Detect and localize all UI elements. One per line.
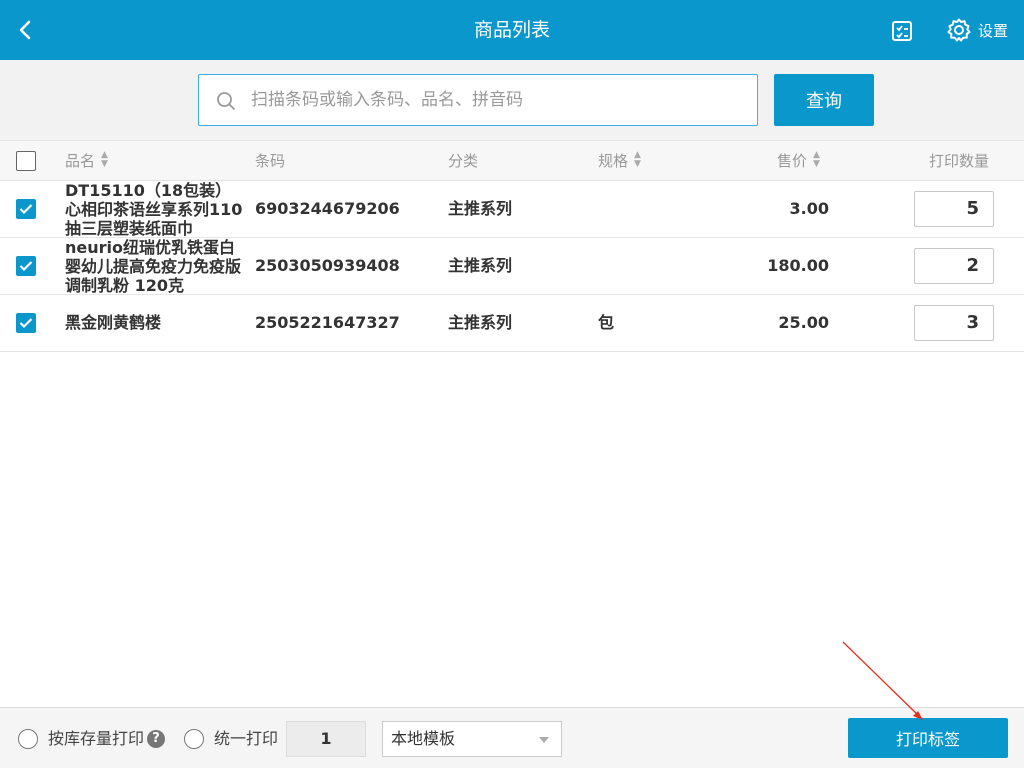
product-price: 3.00	[789, 199, 829, 218]
product-price: 25.00	[778, 313, 829, 332]
checkmark-icon	[19, 261, 33, 272]
back-button[interactable]	[12, 15, 40, 45]
select-all-checkbox[interactable]	[16, 151, 36, 171]
query-button[interactable]: 查询	[774, 74, 874, 126]
chevron-left-icon	[19, 20, 31, 40]
column-header-barcode: 条码	[255, 152, 286, 170]
caret-down-icon	[539, 737, 549, 743]
quantity-input[interactable]: 5	[914, 191, 994, 227]
product-category: 主推系列	[448, 199, 513, 218]
row-checkbox[interactable]	[16, 256, 36, 276]
checkmark-icon	[19, 204, 33, 215]
template-select-value: 本地模板	[391, 729, 456, 748]
search-bar: 查询	[0, 60, 1024, 140]
column-header-price-label: 售价	[777, 152, 808, 170]
settings-label: 设置	[978, 21, 1009, 40]
header-bar: 商品列表 设置	[0, 0, 1024, 60]
uniform-print-label[interactable]: 统一打印	[214, 729, 278, 749]
product-name: DT15110（18包装）心相印茶语丝享系列110抽三层塑装纸面巾	[65, 181, 243, 236]
sort-icon: ▲ ▼	[101, 149, 108, 169]
product-category: 主推系列	[448, 313, 513, 332]
print-by-stock-label[interactable]: 按库存量打印	[48, 729, 144, 749]
table-row[interactable]: DT15110（18包装）心相印茶语丝享系列110抽三层塑装纸面巾 690324…	[0, 181, 1024, 238]
search-icon	[217, 92, 235, 110]
product-barcode: 2505221647327	[255, 313, 400, 332]
quantity-input[interactable]: 3	[914, 305, 994, 341]
table-row[interactable]: 黑金刚黄鹤楼 2505221647327 主推系列 包 25.00 3	[0, 295, 1024, 352]
column-header-spec[interactable]: 规格 ▲ ▼	[598, 141, 641, 181]
product-barcode: 6903244679206	[255, 199, 400, 218]
gear-icon	[947, 18, 971, 42]
product-price: 180.00	[767, 256, 829, 275]
product-barcode: 2503050939408	[255, 256, 400, 275]
checkmark-icon	[19, 318, 33, 329]
column-header-spec-label: 规格	[598, 152, 629, 170]
row-checkbox[interactable]	[16, 199, 36, 219]
quantity-input[interactable]: 2	[914, 248, 994, 284]
batch-edit-button[interactable]	[889, 18, 915, 44]
column-header-price[interactable]: 售价 ▲ ▼	[777, 141, 820, 181]
checklist-icon	[892, 21, 912, 41]
product-category: 主推系列	[448, 256, 513, 275]
settings-button[interactable]: 设置	[946, 16, 1008, 44]
column-header-name-label: 品名	[65, 152, 96, 170]
search-input[interactable]	[251, 75, 746, 125]
product-name: 黑金刚黄鹤楼	[65, 313, 162, 332]
column-header-quantity: 打印数量	[929, 152, 990, 170]
uniform-print-radio[interactable]	[184, 729, 204, 749]
footer-bar: 按库存量打印 ? 统一打印 1 本地模板 打印标签	[0, 707, 1024, 768]
sort-icon: ▲ ▼	[634, 149, 641, 169]
column-header-name[interactable]: 品名 ▲ ▼	[65, 141, 108, 181]
product-name: neurio纽瑞优乳铁蛋白婴幼儿提高免疫力免疫版调制乳粉 120克	[65, 238, 242, 293]
print-labels-button[interactable]: 打印标签	[848, 718, 1008, 758]
sort-icon: ▲ ▼	[813, 149, 820, 169]
search-box[interactable]	[198, 74, 758, 126]
help-icon[interactable]: ?	[147, 730, 165, 748]
table-header: 品名 ▲ ▼ 条码 分类 规格 ▲ ▼ 售价 ▲ ▼ 打印数量	[0, 140, 1024, 181]
product-spec: 包	[598, 313, 615, 332]
page-title: 商品列表	[473, 19, 550, 41]
copies-input[interactable]: 1	[286, 721, 366, 757]
template-select[interactable]: 本地模板	[382, 721, 562, 757]
row-checkbox[interactable]	[16, 313, 36, 333]
print-by-stock-radio[interactable]	[18, 729, 38, 749]
table-row[interactable]: neurio纽瑞优乳铁蛋白婴幼儿提高免疫力免疫版调制乳粉 120克 250305…	[0, 238, 1024, 295]
column-header-category: 分类	[448, 152, 479, 170]
